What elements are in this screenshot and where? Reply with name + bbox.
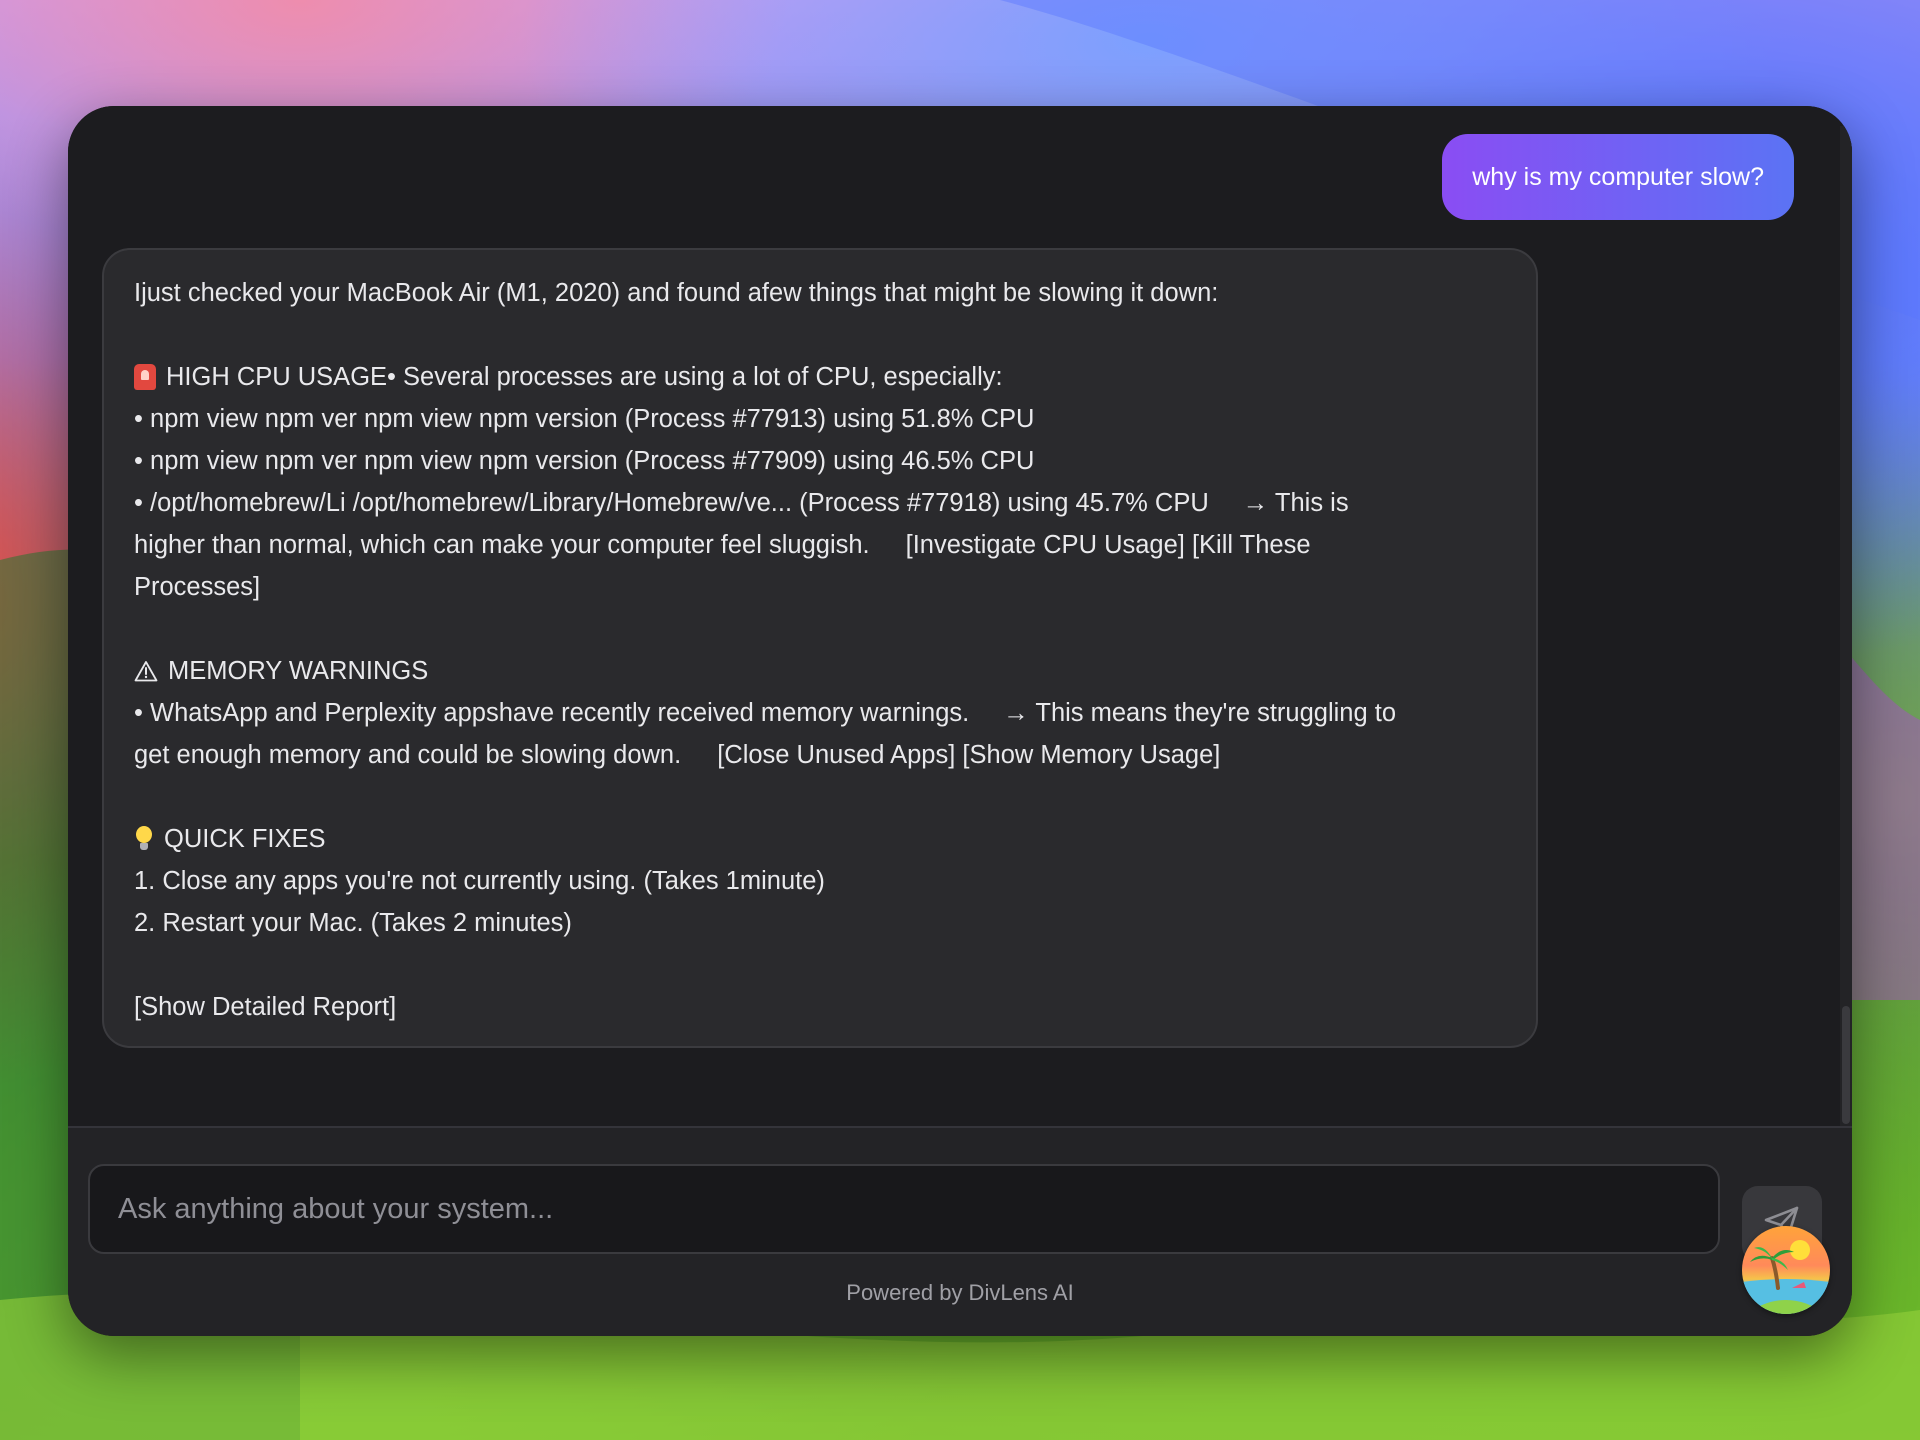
- user-message-text: why is my computer slow?: [1472, 163, 1764, 191]
- fixes-heading-text: QUICK FIXES: [164, 825, 326, 853]
- memory-explanation-line: get enough memory and could be slowing d…: [134, 734, 1506, 776]
- powered-by-footer: Powered by DivLens AI: [846, 1280, 1074, 1305]
- memory-heading-line: MEMORY WARNINGS: [134, 650, 1506, 692]
- cpu-process-line: • npm view npm ver npm view npm version …: [134, 405, 1035, 433]
- memory-detail-line: • WhatsApp and Perplexity appshave recen…: [134, 692, 1506, 734]
- island-scene: [1742, 1240, 1830, 1314]
- lightbulb-icon: [134, 826, 154, 852]
- fix-item: 2. Restart your Mac. (Takes 2 minutes): [134, 909, 572, 937]
- chat-history: why is my computer slow? Ijust checked y…: [68, 106, 1852, 1126]
- memory-heading-text: MEMORY WARNINGS: [168, 657, 429, 685]
- cpu-action-links-cont[interactable]: Processes]: [134, 566, 1506, 608]
- cpu-explanation-text: higher than normal, which can make your …: [134, 531, 870, 559]
- assistant-message-bubble: Ijust checked your MacBook Air (M1, 2020…: [102, 248, 1538, 1048]
- memory-explanation-start: → This means they're struggling to: [1003, 699, 1396, 727]
- message-input-box[interactable]: [88, 1164, 1720, 1254]
- cpu-explanation-line: higher than normal, which can make your …: [134, 524, 1506, 566]
- cpu-action-links[interactable]: [Investigate CPU Usage] [Kill These: [906, 531, 1311, 559]
- warning-icon: [134, 661, 158, 682]
- composer: Powered by DivLens AI: [68, 1128, 1852, 1336]
- intro-line: Ijust checked your MacBook Air (M1, 2020…: [134, 279, 1219, 307]
- memory-action-links[interactable]: [Close Unused Apps] [Show Memory Usage]: [717, 741, 1220, 769]
- cpu-explanation-start: → This is: [1242, 489, 1349, 517]
- memory-explanation-text: get enough memory and could be slowing d…: [134, 741, 682, 769]
- memory-detail-text: • WhatsApp and Perplexity appshave recen…: [134, 699, 970, 727]
- scroll-thumb[interactable]: [1842, 1006, 1850, 1124]
- cpu-process-line: • /opt/homebrew/Li /opt/homebrew/Library…: [134, 482, 1506, 524]
- siren-icon: [134, 364, 156, 390]
- cpu-process-line: • npm view npm ver npm view npm version …: [134, 447, 1035, 475]
- fix-item: 1. Close any apps you're not currently u…: [134, 867, 825, 895]
- show-detailed-report-link[interactable]: [Show Detailed Report]: [134, 986, 1506, 1028]
- chat-scrollbar[interactable]: [1840, 126, 1852, 1126]
- message-input[interactable]: [90, 1166, 1718, 1252]
- island-avatar-icon[interactable]: [1742, 1226, 1830, 1314]
- cpu-heading-text: HIGH CPU USAGE• Several processes are us…: [166, 363, 1003, 391]
- cpu-heading-line: HIGH CPU USAGE• Several processes are us…: [134, 356, 1506, 398]
- user-message-bubble: why is my computer slow?: [1442, 134, 1794, 220]
- fixes-heading-line: QUICK FIXES: [134, 818, 1506, 860]
- assistant-window: why is my computer slow? Ijust checked y…: [68, 106, 1852, 1336]
- cpu-process-text: • /opt/homebrew/Li /opt/homebrew/Library…: [134, 489, 1209, 517]
